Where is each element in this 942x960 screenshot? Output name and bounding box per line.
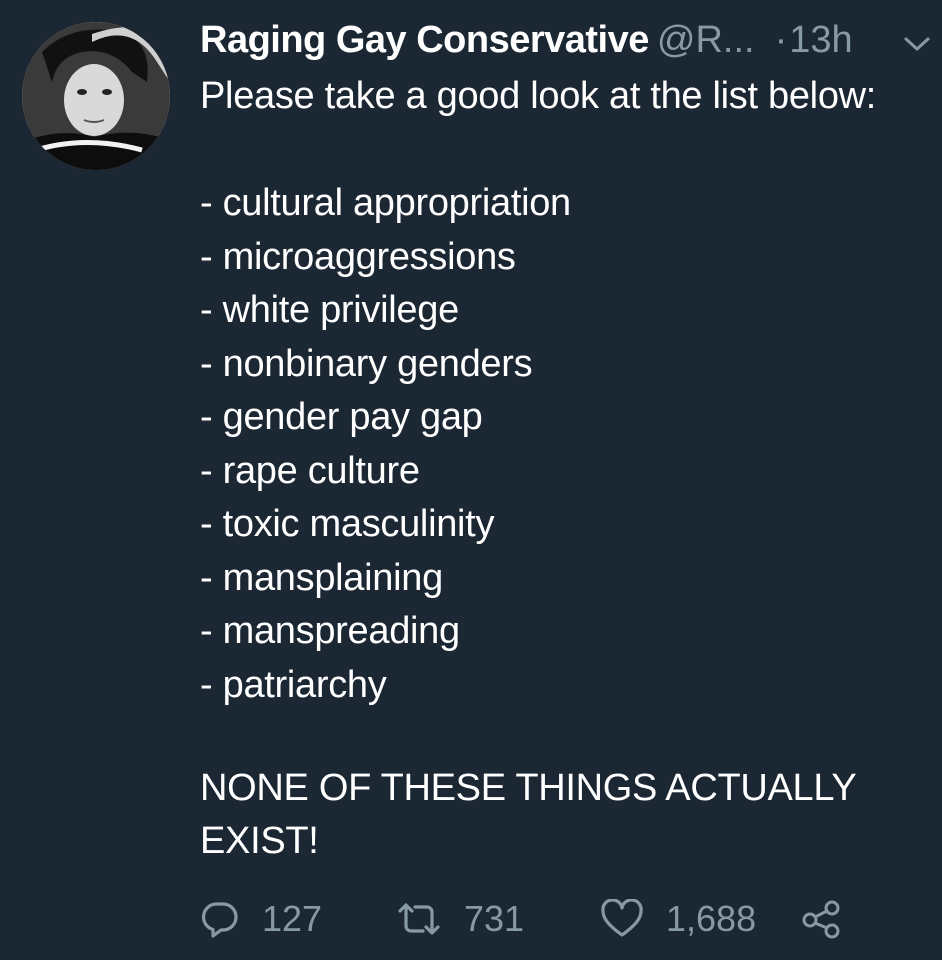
user-handle[interactable]: @R...: [657, 19, 755, 61]
list-item: - rape culture: [200, 449, 420, 492]
retweet-count: 731: [464, 898, 525, 939]
reply-count: 127: [262, 898, 323, 939]
tweet-closing-text: NONE OF THESE THINGS ACTUALLY EXIST!: [200, 767, 856, 862]
list-item: - microaggressions: [200, 235, 516, 278]
avatar-photo: [22, 22, 170, 170]
avatar[interactable]: [22, 22, 170, 170]
list-item: - mansplaining: [200, 556, 443, 599]
tweet: Raging Gay Conservative @R... ·13h Please …: [0, 0, 942, 960]
list-item: - toxic masculinity: [200, 503, 495, 545]
share-button[interactable]: [800, 893, 842, 945]
list-item: - white privilege: [200, 289, 459, 331]
tweet-actions: 127 731 1,688: [200, 893, 920, 945]
list-item: - cultural appropriation: [200, 182, 571, 224]
like-button[interactable]: 1,688: [600, 893, 756, 945]
timestamp[interactable]: 13h: [789, 19, 852, 61]
heart-icon: [601, 899, 643, 937]
reply-button[interactable]: 127: [200, 893, 322, 945]
display-name[interactable]: Raging Gay Conservative: [200, 19, 649, 61]
separator-dot: ·: [774, 19, 788, 61]
retweet-icon: [398, 903, 440, 935]
tweet-header: Raging Gay Conservative @R... ·13h: [200, 16, 853, 64]
share-icon: [802, 900, 840, 939]
tweet-line: Please take a good look at the list belo…: [200, 75, 877, 117]
list-item: - manspreading: [200, 610, 460, 652]
list-item: - gender pay gap: [200, 396, 483, 438]
reply-icon: [201, 902, 238, 938]
list-item: - patriarchy: [200, 663, 387, 706]
chevron-down-icon[interactable]: [902, 34, 932, 54]
tweet-text: Please take a good look at the list belo…: [200, 70, 940, 712]
list-item: - nonbinary genders: [200, 342, 533, 385]
like-count: 1,688: [666, 898, 757, 939]
retweet-button[interactable]: 731: [396, 893, 524, 945]
